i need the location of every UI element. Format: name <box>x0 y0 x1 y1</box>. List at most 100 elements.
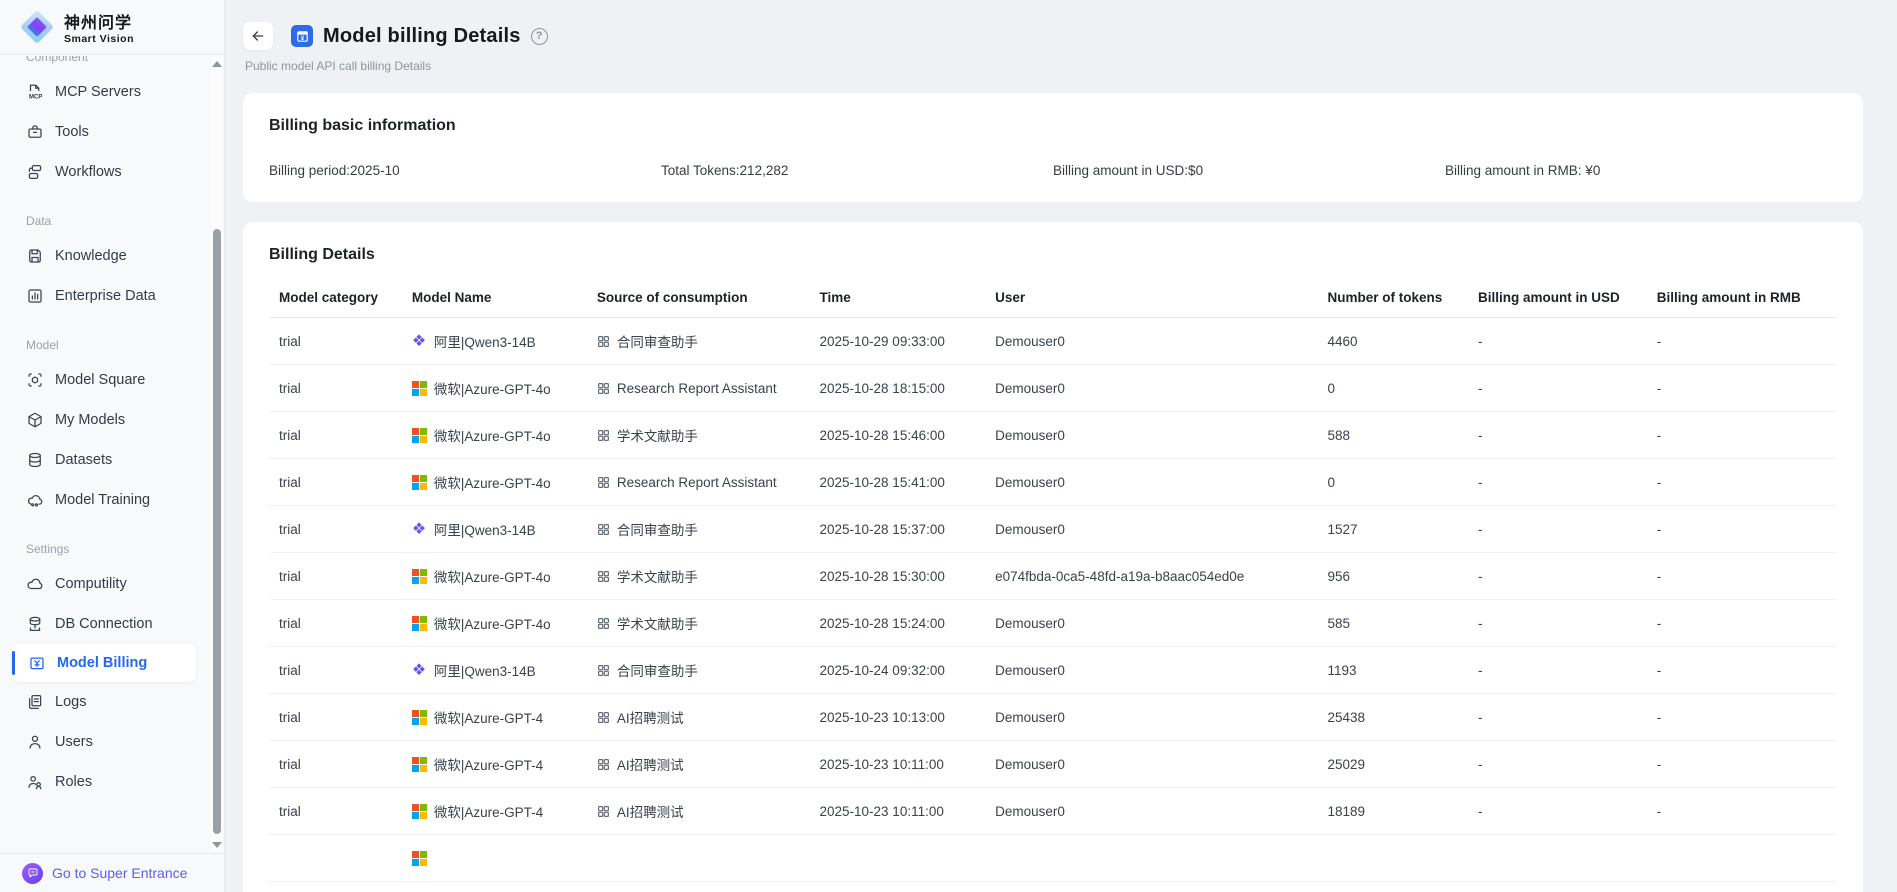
cell-source: AI招聘测试 <box>589 741 812 788</box>
cell-user: Demouser0 <box>987 741 1319 788</box>
table-row[interactable]: trial ❖阿里|Qwen3-14B 合同审查助手 2025-10-29 09… <box>269 318 1837 365</box>
app-grid-icon <box>597 664 610 677</box>
col-number-of-tokens: Number of tokens <box>1320 278 1471 318</box>
cell-time <box>812 835 988 882</box>
sidebar-item-model-square[interactable]: Model Square <box>0 360 210 400</box>
cell-source: 合同审查助手 <box>589 647 812 694</box>
cell-tokens: 25438 <box>1320 694 1471 741</box>
brand-logo: 神州问学 Smart Vision <box>0 0 224 55</box>
logs-icon <box>26 693 44 711</box>
cell-rmb: - <box>1649 506 1837 553</box>
sidebar-item-model-training[interactable]: Model Training <box>0 480 210 520</box>
billing-details-title: Billing Details <box>269 246 1837 264</box>
cell-model-category: trial <box>269 741 404 788</box>
sidebar-item-my-models[interactable]: My Models <box>0 400 210 440</box>
model-training-icon <box>26 491 44 509</box>
cell-usd: - <box>1470 788 1649 835</box>
cell-tokens: 0 <box>1320 365 1471 412</box>
scroll-down-icon[interactable] <box>212 842 222 848</box>
scroll-up-icon[interactable] <box>212 61 222 67</box>
cell-time: 2025-10-29 09:33:00 <box>812 318 988 365</box>
help-icon[interactable]: ? <box>531 28 548 45</box>
page-header: ¥ Model billing Details ? <box>243 22 1863 50</box>
sidebar-nav: ComponentMCPMCP ServersToolsWorkflowsDat… <box>0 56 210 853</box>
brand-logo-icon <box>20 10 54 44</box>
cell-source: 学术文献助手 <box>589 553 812 600</box>
cell-rmb: - <box>1649 318 1837 365</box>
cell-rmb: - <box>1649 694 1837 741</box>
sidebar-item-logs[interactable]: Logs <box>0 682 210 722</box>
sidebar-item-knowledge[interactable]: Knowledge <box>0 236 210 276</box>
table-row[interactable]: trial 微软|Azure-GPT-4 AI招聘测试 2025-10-23 1… <box>269 741 1837 788</box>
cell-model-category: trial <box>269 694 404 741</box>
app-grid-icon <box>597 570 610 583</box>
cell-tokens: 4460 <box>1320 318 1471 365</box>
cell-model-name: ❖阿里|Qwen3-14B <box>404 318 589 365</box>
table-row[interactable] <box>269 835 1837 882</box>
cell-rmb <box>1649 835 1837 882</box>
mcp-icon: MCP <box>26 83 44 101</box>
cell-usd: - <box>1470 553 1649 600</box>
cell-usd: - <box>1470 318 1649 365</box>
sidebar-item-enterprise-data[interactable]: Enterprise Data <box>0 276 210 316</box>
table-row[interactable]: trial 微软|Azure-GPT-4o 学术文献助手 2025-10-28 … <box>269 553 1837 600</box>
cell-usd: - <box>1470 459 1649 506</box>
sidebar-item-workflows[interactable]: Workflows <box>0 152 210 192</box>
cell-model-category <box>269 835 404 882</box>
cell-model-name: 微软|Azure-GPT-4o <box>404 553 589 600</box>
super-entrance-link[interactable]: Go to Super Entrance <box>0 853 224 892</box>
microsoft-logo-icon <box>412 710 427 725</box>
table-row[interactable]: trial 微软|Azure-GPT-4o Research Report As… <box>269 365 1837 412</box>
table-row[interactable]: trial 微软|Azure-GPT-4o 学术文献助手 2025-10-28 … <box>269 412 1837 459</box>
col-billing-amount-in-usd: Billing amount in USD <box>1470 278 1649 318</box>
sidebar-item-roles[interactable]: Roles <box>0 762 210 802</box>
info-item-1: Total Tokens:212,282 <box>661 163 1053 178</box>
microsoft-logo-icon <box>412 851 427 866</box>
cell-usd: - <box>1470 365 1649 412</box>
table-row[interactable]: trial ❖阿里|Qwen3-14B 合同审查助手 2025-10-24 09… <box>269 647 1837 694</box>
scrollbar-thumb[interactable] <box>213 229 221 834</box>
cell-usd <box>1470 835 1649 882</box>
sidebar-item-model-billing[interactable]: Model Billing <box>12 644 196 682</box>
sidebar-item-mcp-servers[interactable]: MCPMCP Servers <box>0 72 210 112</box>
cell-model-name: 微软|Azure-GPT-4o <box>404 459 589 506</box>
cell-user: Demouser0 <box>987 459 1319 506</box>
cell-tokens: 18189 <box>1320 788 1471 835</box>
billing-details-card: Billing Details Model categoryModel Name… <box>243 222 1863 892</box>
sidebar-item-tools[interactable]: Tools <box>0 112 210 152</box>
sidebar-item-users[interactable]: Users <box>0 722 210 762</box>
cell-time: 2025-10-23 10:13:00 <box>812 694 988 741</box>
model-square-icon <box>26 371 44 389</box>
billing-basic-card: Billing basic information Billing period… <box>243 93 1863 202</box>
cell-rmb: - <box>1649 365 1837 412</box>
table-row[interactable]: trial 微软|Azure-GPT-4o Research Report As… <box>269 459 1837 506</box>
cell-tokens: 588 <box>1320 412 1471 459</box>
page-title: Model billing Details <box>323 25 521 48</box>
sidebar-item-datasets[interactable]: Datasets <box>0 440 210 480</box>
cell-model-category: trial <box>269 788 404 835</box>
table-row[interactable]: trial 微软|Azure-GPT-4o 学术文献助手 2025-10-28 … <box>269 600 1837 647</box>
roles-icon <box>26 773 44 791</box>
sidebar-item-db-connection[interactable]: DB Connection <box>0 604 210 644</box>
table-row[interactable]: trial 微软|Azure-GPT-4 AI招聘测试 2025-10-23 1… <box>269 788 1837 835</box>
cell-source: 合同审查助手 <box>589 318 812 365</box>
cell-user: Demouser0 <box>987 506 1319 553</box>
cell-model-category: trial <box>269 553 404 600</box>
table-header-row: Model categoryModel NameSource of consum… <box>269 278 1837 318</box>
cell-tokens: 956 <box>1320 553 1471 600</box>
cell-model-name: 微软|Azure-GPT-4o <box>404 365 589 412</box>
cell-usd: - <box>1470 600 1649 647</box>
datasets-icon <box>26 451 44 469</box>
col-model-category: Model category <box>269 278 404 318</box>
sidebar-scrollbar[interactable] <box>211 57 223 852</box>
cell-tokens: 1193 <box>1320 647 1471 694</box>
table-row[interactable]: trial 微软|Azure-GPT-4 AI招聘测试 2025-10-23 1… <box>269 694 1837 741</box>
enterprise-data-icon <box>26 287 44 305</box>
sidebar-item-computility[interactable]: Computility <box>0 564 210 604</box>
computility-icon <box>26 575 44 593</box>
col-user: User <box>987 278 1319 318</box>
col-billing-amount-in-rmb: Billing amount in RMB <box>1649 278 1837 318</box>
table-row[interactable]: trial ❖阿里|Qwen3-14B 合同审查助手 2025-10-28 15… <box>269 506 1837 553</box>
back-button[interactable] <box>243 22 273 50</box>
knowledge-icon <box>26 247 44 265</box>
